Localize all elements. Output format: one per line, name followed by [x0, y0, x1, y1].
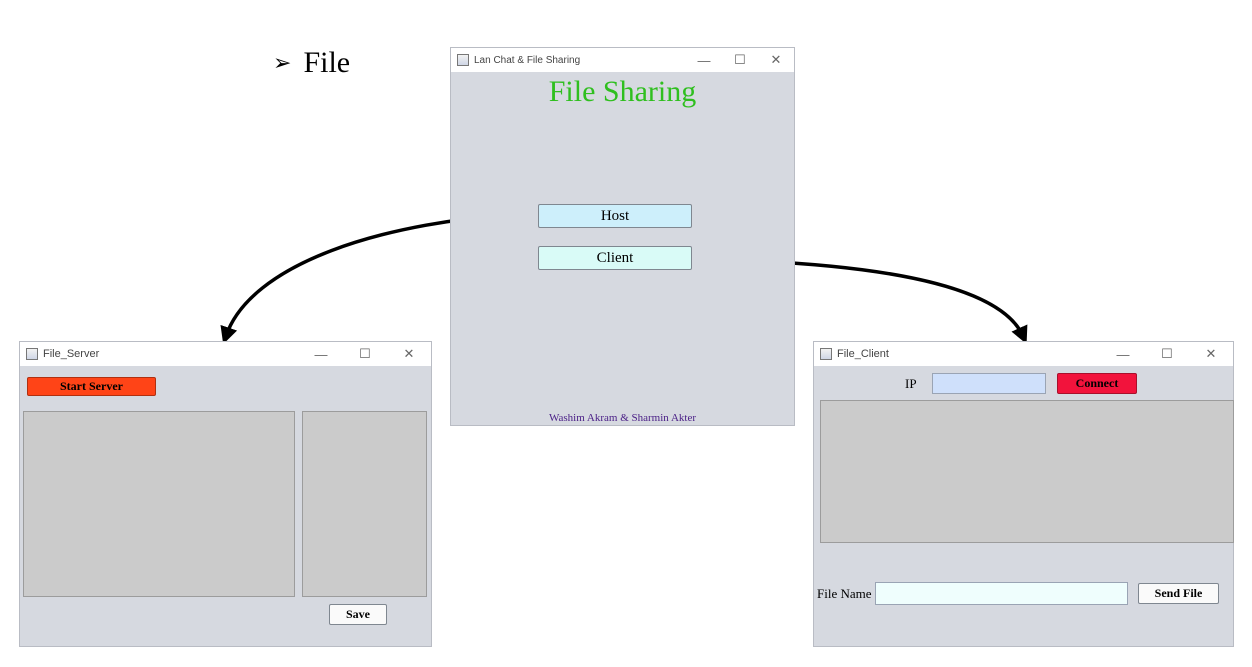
maximize-button[interactable]: ☐ [722, 52, 758, 68]
connect-button[interactable]: Connect [1057, 373, 1137, 394]
client-window-title: File_Client [837, 348, 889, 360]
maximize-button[interactable]: ☐ [343, 346, 387, 362]
close-button[interactable]: ✕ [758, 52, 794, 68]
start-server-button[interactable]: Start Server [27, 377, 156, 396]
java-app-icon [26, 348, 38, 360]
close-button[interactable]: ✕ [1189, 346, 1233, 362]
client-window-titlebar: File_Client — ☐ ✕ [814, 342, 1233, 366]
main-window-title: Lan Chat & File Sharing [474, 54, 581, 66]
ip-label: IP [905, 376, 917, 391]
section-heading-text: File [303, 46, 351, 79]
send-file-button[interactable]: Send File [1138, 583, 1219, 604]
minimize-button[interactable]: — [686, 53, 722, 68]
ip-input[interactable] [932, 373, 1046, 394]
client-button[interactable]: Client [538, 246, 692, 270]
file-name-label: File Name [817, 586, 872, 601]
section-heading: ➢ File [273, 46, 350, 80]
file-name-input[interactable] [875, 582, 1128, 605]
file-sharing-header: File Sharing [548, 75, 697, 108]
main-window-titlebar: Lan Chat & File Sharing — ☐ ✕ [451, 48, 794, 72]
received-files-list[interactable] [302, 411, 427, 597]
file-client-window: File_Client — ☐ ✕ IP Connect File Name S… [813, 341, 1234, 647]
authors-footer: Washim Akram & Sharmin Akter [549, 412, 696, 424]
save-button[interactable]: Save [329, 604, 387, 625]
file-server-window: File_Server — ☐ ✕ Start Server Save [19, 341, 432, 647]
maximize-button[interactable]: ☐ [1145, 346, 1189, 362]
server-window-titlebar: File_Server — ☐ ✕ [20, 342, 431, 366]
close-button[interactable]: ✕ [387, 346, 431, 362]
bullet-arrow-icon: ➢ [273, 50, 292, 75]
host-button[interactable]: Host [538, 204, 692, 228]
minimize-button[interactable]: — [1101, 347, 1145, 362]
main-window: Lan Chat & File Sharing — ☐ ✕ File Shari… [450, 47, 795, 426]
java-app-icon [457, 54, 469, 66]
java-app-icon [820, 348, 832, 360]
minimize-button[interactable]: — [299, 347, 343, 362]
client-log-area[interactable] [820, 400, 1234, 543]
server-log-area[interactable] [23, 411, 295, 597]
server-window-title: File_Server [43, 348, 100, 360]
